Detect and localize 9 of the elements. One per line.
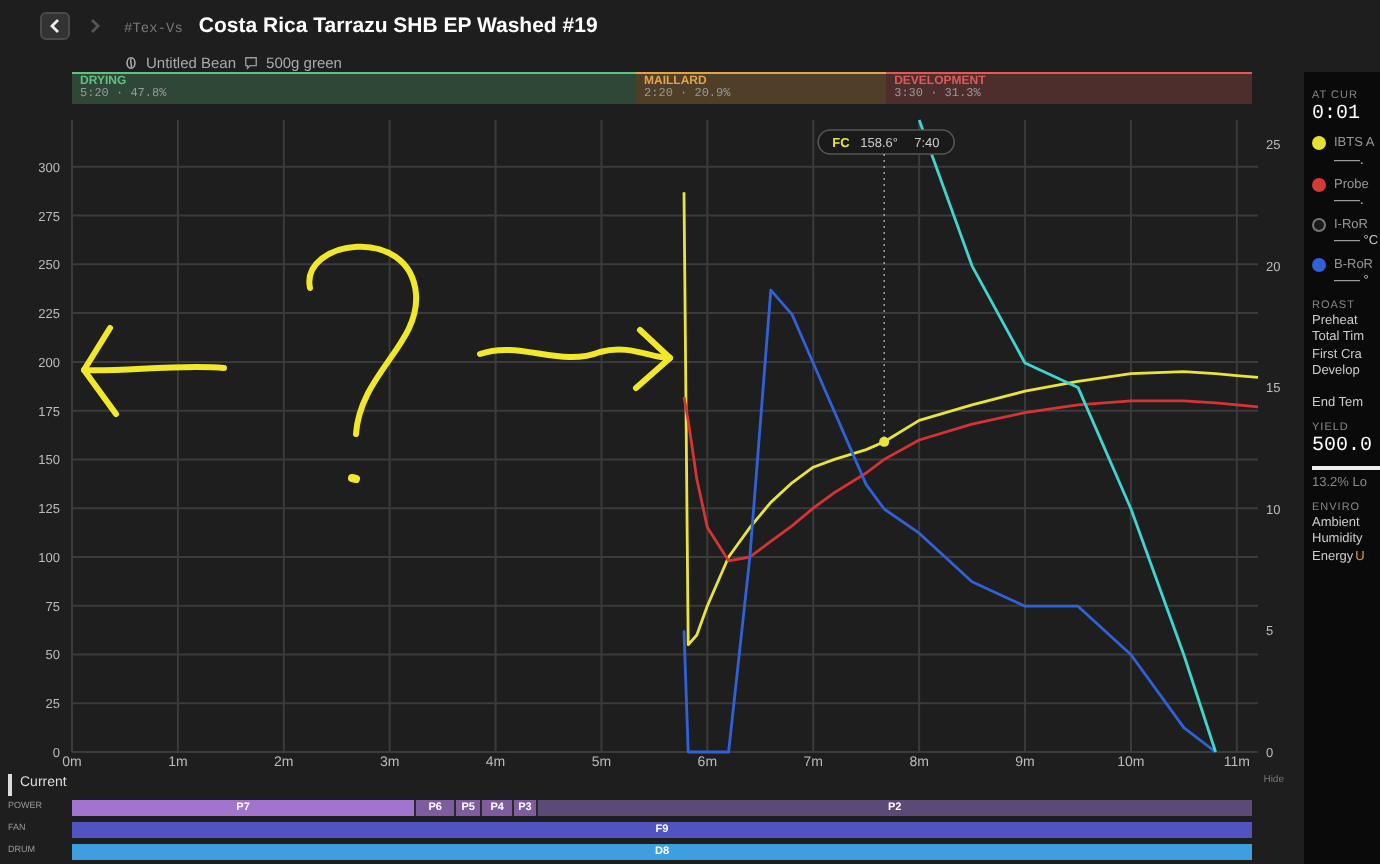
marker-dot (879, 436, 890, 447)
roast-title: Costa Rica Tarrazu SHB EP Washed #19 (198, 12, 598, 42)
back-button[interactable] (40, 12, 70, 40)
comment-icon[interactable] (244, 55, 259, 70)
chevron-left-icon (45, 16, 65, 36)
clock-value: 0:01 (1312, 103, 1363, 129)
yield-bar (1312, 466, 1380, 471)
bean-icon (124, 55, 138, 70)
yield-value: 500.0 (1312, 435, 1375, 461)
